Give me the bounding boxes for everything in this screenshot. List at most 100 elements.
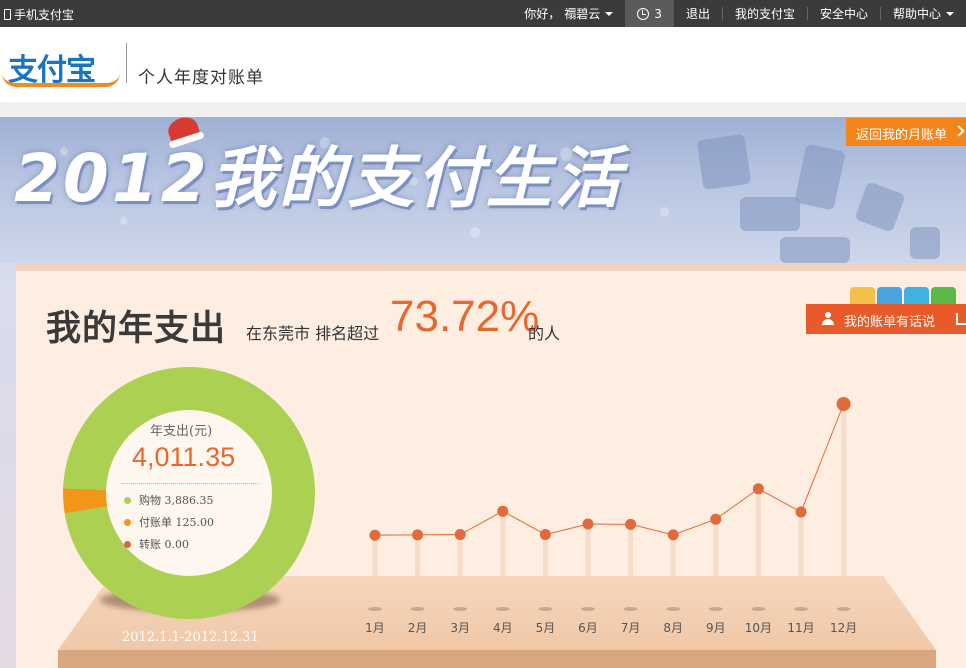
banner-decoration [854,181,906,233]
return-monthly-bill-button[interactable]: 返回我的月账单 [846,118,966,146]
month-point[interactable] [454,529,466,541]
username: 禤碧云 [564,7,601,21]
user-menu[interactable]: 你好， 禤碧云 [512,0,625,27]
month-point[interactable] [710,513,722,525]
mobile-alipay-link[interactable]: 手机支付宝 [4,6,74,23]
legend-label: 付账单 125.00 [139,516,214,529]
month-tick-label: 8月 [663,621,683,635]
help-center-menu[interactable]: 帮助中心 [881,0,966,27]
month-point[interactable] [667,529,679,541]
stem-shadow [666,607,681,611]
legend-dot [124,540,131,548]
page-background [0,263,16,668]
month-point[interactable] [412,529,424,541]
user-icon [822,312,834,325]
month-tick-label: 7月 [621,621,641,635]
stem-shadow [751,607,766,611]
stem-shadow [581,607,595,611]
help-center-label: 帮助中心 [892,7,941,21]
stem-shadow [495,607,510,611]
month-tick-label: 10月 [745,621,772,635]
section-title: 我的年支出 [46,309,227,349]
divider [126,43,127,83]
donut-total: 4,011.35 [132,442,236,472]
legend-item-bills: 付账单 125.00 [124,514,214,530]
stem-shadow [794,607,808,611]
date-range: 2012.1.1-2012.12.31 [122,630,259,645]
banner-decoration [740,197,800,231]
month-tick-label: 6月 [578,621,598,635]
legend-dot [124,518,131,526]
mobile-alipay-label: 手机支付宝 [14,8,75,22]
my-alipay-label: 我的支付宝 [734,7,795,21]
logout-label: 退出 [685,7,710,21]
month-stem [628,524,634,576]
bill-comment-button[interactable]: 我的账单有话说 [806,304,966,334]
stem-shadow [453,607,468,611]
alipay-logo[interactable]: 支付宝 [2,45,120,88]
month-point[interactable] [369,529,381,541]
month-stem [798,512,804,576]
header-strip [0,102,966,117]
month-stem [415,534,421,576]
month-stem [585,524,591,576]
stem-shadow [368,607,382,611]
month-point[interactable] [795,506,807,518]
month-point[interactable] [497,505,509,517]
ranking-percent: 73.72% [390,292,540,341]
donut-label: 年支出(元) [150,424,213,439]
stem-shadow [836,607,851,611]
banner-decoration [696,133,752,191]
phone-icon [4,9,11,20]
month-point[interactable] [836,397,851,411]
stem-shadow [410,607,425,611]
month-stem [457,534,463,576]
banner-decoration [794,143,846,211]
banner-title: 2012我的支付生活 [14,140,624,217]
top-bar: 手机支付宝 你好， 禤碧云 3 退出 我的支付宝 安全中心 帮助中心 [0,0,966,27]
monthly-spending-chart: 1月 2月 3月 4月 5月 6月 7月 8月 9月 10月 11月 12月 [365,397,857,635]
panel-top-border [16,263,966,271]
month-stem [713,519,719,576]
year-banner: 2012我的支付生活 [0,117,966,263]
month-point[interactable] [539,529,551,541]
bill-comment-label: 我的账单有话说 [844,315,936,330]
spending-line [374,403,845,536]
chart-platform-front [58,650,936,668]
my-alipay-link[interactable]: 我的支付宝 [723,0,807,27]
logo-swoosh [2,73,120,87]
month-tick-label: 3月 [450,621,470,635]
legend-item-transfer: 转账 0.00 [124,536,189,552]
banner-decoration [780,237,850,263]
month-stem [500,511,506,576]
security-center-link[interactable]: 安全中心 [808,0,880,27]
month-tick-label: 5月 [536,621,556,635]
page-title: 个人年度对账单 [138,68,264,88]
divider [122,483,258,484]
month-stem [372,535,378,576]
month-tick-label: 2月 [408,621,428,635]
return-monthly-bill-label: 返回我的月账单 [856,128,948,143]
greeting-text: 你好， [524,7,561,21]
page-header: 支付宝 个人年度对账单 [0,27,966,102]
legend-dot [124,496,131,504]
month-tick-label: 11月 [787,621,814,635]
legend-label: 购物 3,886.35 [139,494,214,507]
month-point[interactable] [752,483,764,495]
legend-label: 转账 0.00 [139,538,189,551]
month-point[interactable] [582,518,594,530]
security-center-label: 安全中心 [819,7,868,21]
logout-link[interactable]: 退出 [674,0,722,27]
stem-shadow [623,607,638,611]
reminder-button[interactable]: 3 [625,0,674,27]
edit-icon [956,313,966,325]
chevron-down-icon [605,11,614,16]
month-stem [755,488,761,576]
month-point[interactable] [625,518,637,530]
stem-shadow [708,607,723,611]
stem-shadow [538,607,553,611]
ranking-prefix: 在东莞市 排名超过 [246,324,380,343]
month-tick-label: 4月 [493,621,513,635]
month-stem [670,534,676,576]
month-stem [841,404,847,576]
